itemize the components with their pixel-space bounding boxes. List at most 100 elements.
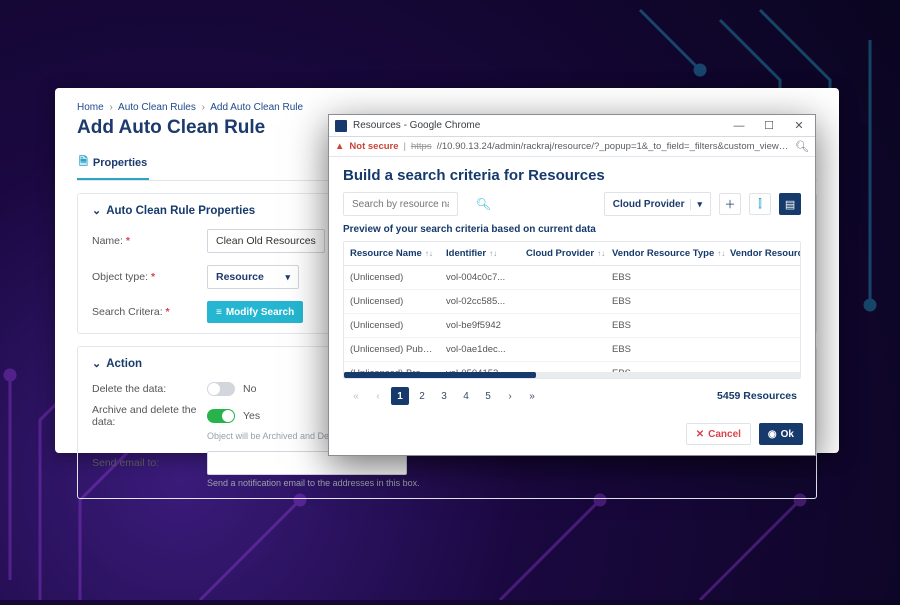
breadcrumb-sep: ›: [109, 102, 112, 113]
col-identifier[interactable]: Identifier↑↓: [440, 242, 520, 265]
table-row[interactable]: (Unlicensed)vol-be9f5942 EBS: [344, 314, 800, 338]
archive-delete-label: Archive and delete the data:: [92, 404, 207, 428]
page-number-button[interactable]: 4: [457, 387, 475, 405]
chevron-down-icon: ⌄: [92, 357, 101, 370]
search-input-wrapper: [343, 192, 458, 216]
breadcrumb-item[interactable]: Home: [77, 102, 104, 113]
table-cell: vol-be9f5942: [440, 314, 520, 337]
archive-delete-toggle[interactable]: [207, 409, 235, 423]
page-number-button[interactable]: 1: [391, 387, 409, 405]
breadcrumb-item[interactable]: Auto Clean Rules: [118, 102, 196, 113]
table-cell: EBS: [606, 266, 724, 289]
sort-icon: ↑↓: [425, 249, 433, 258]
table-cell: (Unlicensed): [344, 266, 440, 289]
tab-properties[interactable]: 🗎 Properties: [77, 147, 149, 180]
table-cell: [724, 290, 800, 313]
pagination: « ‹ 12345 › » 5459 Resources: [343, 379, 801, 409]
toggle-value: Yes: [243, 410, 260, 422]
not-secure-label: Not secure: [349, 141, 398, 152]
page-prev-button[interactable]: ‹: [369, 387, 387, 405]
url-text[interactable]: //10.90.13.24/admin/rackraj/resource/?_p…: [437, 141, 790, 152]
table-row[interactable]: (Unlicensed) Public-...vol-0ae1dec...EBS: [344, 338, 800, 362]
send-email-label: Send email to:: [92, 457, 207, 469]
object-type-select[interactable]: Resource ▾: [207, 265, 299, 289]
delete-data-toggle[interactable]: [207, 382, 235, 396]
table-cell: [520, 290, 606, 313]
table-cell: vol-02cc585...: [440, 290, 520, 313]
filter-label: Cloud Provider: [613, 199, 685, 210]
cancel-button[interactable]: ✕ Cancel: [686, 423, 751, 445]
view-button[interactable]: ▤: [779, 193, 801, 215]
table-cell: (Unlicensed): [344, 314, 440, 337]
address-bar: ▲ Not secure | https //10.90.13.24/admin…: [329, 137, 815, 157]
button-label: Modify Search: [226, 307, 294, 318]
modify-search-button[interactable]: ≡ Modify Search: [207, 301, 303, 323]
table-cell: (Unlicensed) Public-...: [344, 338, 440, 361]
breadcrumb-item: Add Auto Clean Rule: [210, 102, 303, 113]
delete-data-label: Delete the data:: [92, 383, 207, 395]
table-cell: [724, 314, 800, 337]
breadcrumb-sep: ›: [202, 102, 205, 113]
sort-icon: ↑↓: [489, 249, 497, 258]
table-cell: EBS: [606, 290, 724, 313]
table-cell: vol-004c0c7...: [440, 266, 520, 289]
col-vendor-type[interactable]: Vendor Resource Type↑↓: [606, 242, 724, 265]
results-table: Resource Name↑↓ Identifier↑↓ Cloud Provi…: [343, 241, 801, 379]
table-cell: EBS: [606, 338, 724, 361]
toggle-value: No: [243, 383, 256, 395]
clear-filter-button[interactable]: ⫿: [749, 193, 771, 215]
page-number-button[interactable]: 2: [413, 387, 431, 405]
add-filter-button[interactable]: ＋: [719, 193, 741, 215]
col-resource-name[interactable]: Resource Name↑↓: [344, 242, 440, 265]
table-cell: (Unlicensed): [344, 290, 440, 313]
cloud-provider-filter[interactable]: Cloud Provider ▾: [604, 192, 711, 216]
search-icon[interactable]: 🔍︎: [795, 140, 809, 153]
page-number-button[interactable]: 3: [435, 387, 453, 405]
search-icon[interactable]: 🔍︎: [476, 197, 491, 211]
maximize-button[interactable]: ☐: [757, 117, 781, 135]
object-type-label: Object type: *: [92, 271, 207, 283]
button-label: Ok: [781, 429, 794, 440]
button-label: Cancel: [708, 429, 741, 440]
ok-button[interactable]: ◉ Ok: [759, 423, 803, 445]
table-row[interactable]: (Unlicensed)vol-004c0c7... EBS: [344, 266, 800, 290]
col-cloud-provider[interactable]: Cloud Provider↑↓: [520, 242, 606, 265]
section-title: Auto Clean Rule Properties: [106, 205, 255, 217]
table-cell: vol-0504152...: [440, 362, 520, 372]
page-next-button[interactable]: ›: [501, 387, 519, 405]
grid-icon: ▤: [785, 198, 795, 211]
section-title: Action: [106, 358, 142, 370]
protocol-label: https: [411, 141, 432, 152]
resources-popup-window: Resources - Google Chrome — ☐ ✕ ▲ Not se…: [328, 114, 816, 456]
search-criteria-label: Search Critera: *: [92, 306, 207, 318]
breadcrumb: Home › Auto Clean Rules › Add Auto Clean…: [77, 102, 817, 113]
table-cell: (Unlicensed) Brenda...: [344, 362, 440, 372]
close-icon: ✕: [696, 429, 704, 440]
chevron-down-icon: ⌄: [92, 204, 101, 217]
table-cell: EBS: [606, 314, 724, 337]
search-input[interactable]: [352, 199, 449, 210]
sort-icon: ↑↓: [597, 249, 605, 258]
chevron-down-icon: ▾: [285, 272, 290, 283]
page-first-button[interactable]: «: [347, 387, 365, 405]
table-cell: [724, 362, 800, 372]
name-input[interactable]: [207, 229, 325, 253]
filter-off-icon: ⫿: [758, 198, 762, 211]
chevron-down-icon: ▾: [690, 199, 702, 210]
select-value: Resource: [216, 271, 264, 283]
favicon-icon: [335, 120, 347, 132]
page-last-button[interactable]: »: [523, 387, 541, 405]
table-cell: [520, 362, 606, 372]
close-button[interactable]: ✕: [787, 117, 811, 135]
col-vendor-subtype[interactable]: Vendor Resource Subtype↑↓: [724, 242, 801, 265]
horizontal-scrollbar[interactable]: [344, 372, 800, 378]
page-number-button[interactable]: 5: [479, 387, 497, 405]
check-icon: ◉: [768, 429, 777, 440]
minimize-button[interactable]: —: [727, 117, 751, 135]
window-titlebar: Resources - Google Chrome — ☐ ✕: [329, 115, 815, 137]
table-cell: [724, 266, 800, 289]
table-cell: EBS: [606, 362, 724, 372]
table-cell: [724, 338, 800, 361]
table-row[interactable]: (Unlicensed) Brenda...vol-0504152... EBS: [344, 362, 800, 372]
table-row[interactable]: (Unlicensed)vol-02cc585... EBS: [344, 290, 800, 314]
